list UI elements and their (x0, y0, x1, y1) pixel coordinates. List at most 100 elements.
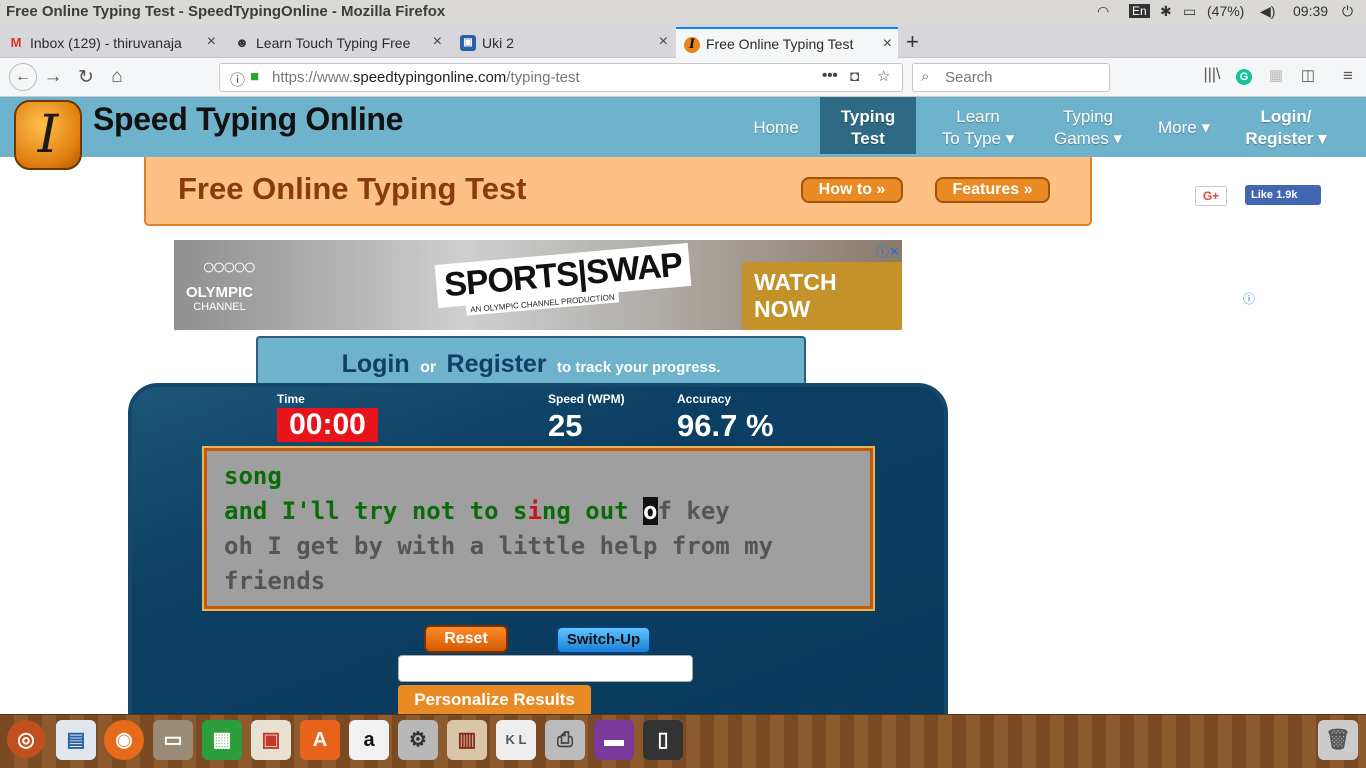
volume-icon[interactable]: ◀) (1260, 3, 1275, 20)
battery-icon[interactable]: ▭ (1183, 3, 1196, 20)
search-placeholder: Search (945, 69, 993, 86)
search-input[interactable]: ⌕ Search (912, 63, 1110, 92)
remaining-text: f key (657, 497, 730, 525)
typing-input[interactable] (398, 655, 693, 682)
profile-icon: ▣ (460, 35, 476, 51)
timer-display: 00:00 (277, 408, 378, 442)
nav-typing-games[interactable]: Typing Games ▾ (1040, 97, 1136, 154)
ad-cta-button[interactable]: WATCH NOW (742, 262, 902, 330)
ubuntu-launcher-icon[interactable]: ◎ (7, 720, 45, 758)
close-icon[interactable]: × (883, 35, 892, 53)
register-link[interactable]: Register (447, 350, 547, 378)
tab-label: Learn Touch Typing Free (256, 35, 411, 51)
url-prefix: https://www. (272, 69, 353, 86)
settings-icon[interactable]: ⚙ (398, 720, 438, 760)
forward-icon[interactable]: → (42, 66, 64, 88)
close-icon[interactable]: × (433, 33, 442, 51)
url-domain: speedtypingonline.com (352, 69, 507, 86)
url-bar[interactable]: ⓘ ■ https://www.speedtypingonline.com/ty… (219, 63, 903, 92)
files-icon[interactable]: ▭ (153, 720, 193, 760)
bluetooth-icon[interactable]: ✱ (1160, 3, 1172, 20)
tab-gmail[interactable]: M Inbox (129) - thiruvanaja × (0, 27, 222, 58)
back-icon[interactable]: ← (9, 63, 37, 91)
extension-icon[interactable]: ▦ (1265, 66, 1287, 84)
nav-learn-to-type[interactable]: Learn To Type ▾ (930, 97, 1026, 154)
speed-value: 25 (548, 408, 583, 443)
clock[interactable]: 09:39 (1293, 3, 1328, 19)
site-name[interactable]: Speed Typing Online (93, 101, 403, 138)
advertisement[interactable]: ○○○○○ OLYMPIC CHANNEL SPORTS|SWAP AN OLYM… (174, 240, 902, 330)
browser-nav-bar: ← → ↻ ⌂ ⓘ ■ https://www.speedtypingonlin… (0, 58, 1366, 97)
nav-label: Games ▾ (1053, 129, 1123, 148)
bookmark-star-icon[interactable]: ☆ (877, 67, 890, 85)
page-actions-icon[interactable]: ••• (822, 67, 838, 84)
software-center-icon[interactable]: A (300, 720, 340, 760)
pocket-icon[interactable]: ◘ (850, 68, 859, 85)
menu-icon[interactable]: ≡ (1337, 66, 1359, 86)
time-label: Time (277, 392, 305, 406)
keyboard-icon[interactable]: K L (496, 720, 536, 760)
nav-label: Learn (956, 107, 1000, 126)
accuracy-label: Accuracy (677, 392, 732, 406)
keyboard-lang-indicator[interactable]: En (1129, 4, 1150, 18)
ad-brand-line1: OLYMPIC (186, 284, 253, 301)
gmail-icon: M (10, 35, 22, 50)
new-tab-icon[interactable]: + (906, 29, 919, 55)
sidebar-icon[interactable]: ◫ (1297, 66, 1319, 84)
nav-home[interactable]: Home (744, 97, 808, 154)
tab-typing-test[interactable]: I Free Online Typing Test × (676, 27, 898, 58)
speed-label: Speed (WPM) (548, 392, 625, 406)
reset-button[interactable]: Reset (424, 625, 508, 653)
presentation-icon[interactable]: ▣ (251, 720, 291, 760)
switch-up-button[interactable]: Switch-Up (556, 626, 651, 654)
printer-icon[interactable]: ⎙ (545, 720, 585, 760)
ad-brand: OLYMPIC CHANNEL (186, 284, 253, 314)
text-line-remaining: oh I get by with a little help from my (224, 532, 774, 560)
nav-label: Typing (1062, 107, 1114, 126)
site-logo[interactable]: I (14, 100, 82, 170)
url-path: /typing-test (506, 69, 580, 86)
nav-label: Test (851, 129, 885, 148)
how-to-button[interactable]: How to » (801, 177, 903, 203)
tab-learn-typing[interactable]: ☻ Learn Touch Typing Free × (226, 27, 448, 58)
reload-icon[interactable]: ↻ (75, 66, 97, 89)
nav-home-label: Home (753, 118, 799, 137)
spreadsheet-icon[interactable]: ▦ (202, 720, 242, 760)
nav-login-register[interactable]: Login/Register ▾ (1236, 97, 1336, 154)
amazon-icon[interactable]: a (349, 720, 389, 760)
text-line-current: and I'll try not to sing out of key (224, 494, 870, 529)
wifi-icon[interactable]: ◠ (1097, 3, 1109, 20)
phone-icon[interactable]: ▯ (643, 720, 683, 760)
text-line-typed: song (224, 462, 282, 490)
trash-icon[interactable]: 🗑 (1318, 720, 1358, 760)
cursor-char: o (643, 497, 658, 525)
login-or-text: or (420, 359, 437, 376)
info-icon[interactable]: ⓘ (230, 69, 245, 90)
home-icon[interactable]: ⌂ (106, 66, 128, 88)
google-plus-button[interactable]: G+ (1195, 186, 1227, 206)
ad-choices-icon[interactable]: ⓘ✕ (876, 241, 900, 260)
nav-label: Register ▾ (1245, 129, 1327, 148)
features-button[interactable]: Features » (935, 177, 1050, 203)
login-link[interactable]: Login (342, 350, 410, 378)
facebook-like-button[interactable]: Like 1.9k (1245, 185, 1321, 205)
power-icon[interactable]: ⏻ (1342, 3, 1353, 20)
firefox-icon[interactable]: ◉ (104, 720, 144, 760)
nav-typing-test[interactable]: Typing Test (820, 97, 916, 154)
nav-more[interactable]: More ▾ (1148, 97, 1220, 154)
file-viewer-icon[interactable]: ▤ (56, 720, 96, 760)
personalize-results-button[interactable]: Personalize Results (398, 685, 591, 715)
media-icon[interactable]: ▬ (594, 720, 634, 760)
system-monitor-icon[interactable]: ▥ (447, 720, 487, 760)
typing-text-area[interactable]: song and I'll try not to sing out of key o… (202, 446, 875, 611)
ad-info-icon[interactable]: ⓘ (1243, 290, 1255, 307)
tab-label: Uki 2 (482, 35, 514, 51)
error-char: i (527, 497, 542, 525)
grammarly-icon[interactable]: G (1236, 69, 1252, 85)
speedtyping-favicon-icon: I (684, 37, 700, 53)
close-icon[interactable]: × (659, 33, 668, 51)
library-icon[interactable]: |||\ (1201, 66, 1223, 84)
window-title: Free Online Typing Test - SpeedTypingOnl… (6, 3, 446, 20)
close-icon[interactable]: × (207, 33, 216, 51)
tab-uki[interactable]: ▣ Uki 2 × (452, 27, 674, 58)
